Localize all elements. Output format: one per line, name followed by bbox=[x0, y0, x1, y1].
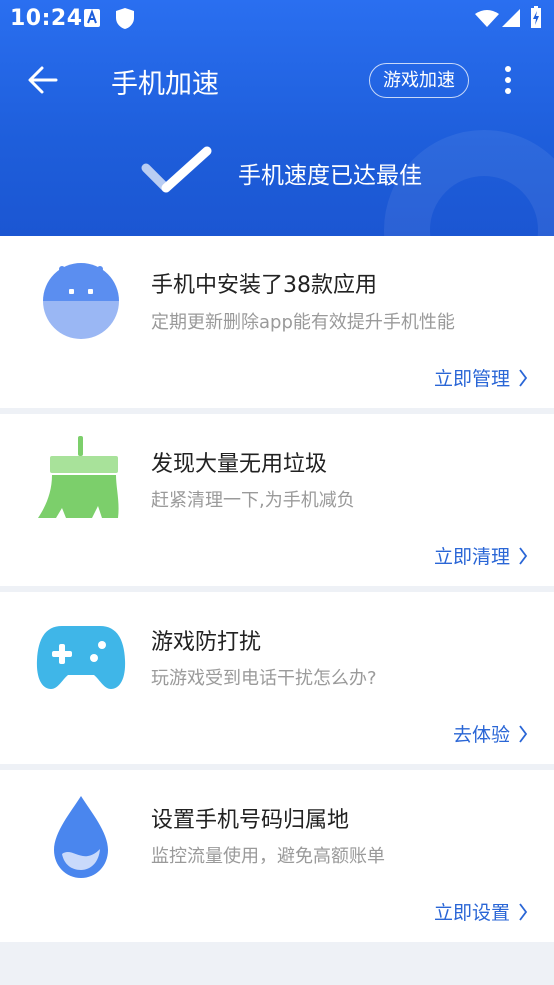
card-title: 游戏防打扰 bbox=[151, 630, 262, 655]
back-arrow-icon[interactable] bbox=[22, 60, 64, 100]
action-label: 去体验 bbox=[452, 724, 510, 746]
checkmark-icon bbox=[141, 146, 212, 193]
android-icon bbox=[43, 263, 119, 339]
gamepad-icon bbox=[36, 626, 126, 689]
card-description: 赶紧清理一下,为手机减负 bbox=[151, 490, 355, 511]
action-label: 立即清理 bbox=[433, 546, 510, 568]
try-game-mode-link[interactable]: 去体验 bbox=[453, 720, 528, 747]
chevron-right-icon bbox=[519, 902, 528, 921]
card-installed-apps: 手机中安装了38款应用 定期更新删除app能有效提升手机性能 立即管理 bbox=[0, 236, 554, 408]
header: 10:24 手机加速 游戏加速 手机速度已达最佳 bbox=[0, 0, 554, 236]
card-title: 发现大量无用垃圾 bbox=[151, 452, 328, 477]
manage-apps-link[interactable]: 立即管理 bbox=[434, 364, 528, 391]
chevron-right-icon bbox=[519, 724, 528, 743]
speed-status-text: 手机速度已达最佳 bbox=[238, 163, 422, 189]
chevron-right-icon bbox=[519, 368, 528, 387]
card-game-no-disturb: 游戏防打扰 玩游戏受到电话干扰怎么办? 去体验 bbox=[0, 592, 554, 764]
water-drop-icon bbox=[54, 796, 108, 878]
set-location-link[interactable]: 立即设置 bbox=[434, 898, 528, 925]
toolbar: 手机加速 游戏加速 bbox=[0, 46, 554, 114]
clean-junk-link[interactable]: 立即清理 bbox=[434, 542, 528, 569]
card-description: 监控流量使用，避免高额账单 bbox=[151, 846, 385, 867]
card-junk-files: 发现大量无用垃圾 赶紧清理一下,为手机减负 立即清理 bbox=[0, 414, 554, 586]
battery-icon bbox=[531, 6, 541, 28]
card-number-location: 设置手机号码归属地 监控流量使用，避免高额账单 立即设置 bbox=[0, 770, 554, 942]
more-options-icon[interactable] bbox=[496, 62, 520, 98]
action-label: 立即设置 bbox=[433, 902, 510, 924]
card-title: 设置手机号码归属地 bbox=[151, 808, 350, 833]
card-description: 定期更新删除app能有效提升手机性能 bbox=[151, 312, 455, 333]
chevron-right-icon bbox=[519, 546, 528, 565]
game-boost-button[interactable]: 游戏加速 bbox=[369, 63, 469, 98]
status-bar: 10:24 bbox=[0, 0, 554, 38]
app-notification-icon bbox=[84, 9, 100, 27]
card-description: 玩游戏受到电话干扰怎么办? bbox=[151, 668, 377, 689]
page-title: 手机加速 bbox=[111, 69, 219, 100]
action-label: 立即管理 bbox=[433, 368, 510, 390]
cell-signal-icon bbox=[502, 9, 520, 27]
status-time: 10:24 bbox=[10, 6, 83, 31]
wifi-icon bbox=[475, 10, 499, 27]
card-title: 手机中安装了38款应用 bbox=[151, 273, 377, 298]
broom-icon bbox=[38, 436, 119, 518]
shield-icon bbox=[116, 8, 134, 29]
